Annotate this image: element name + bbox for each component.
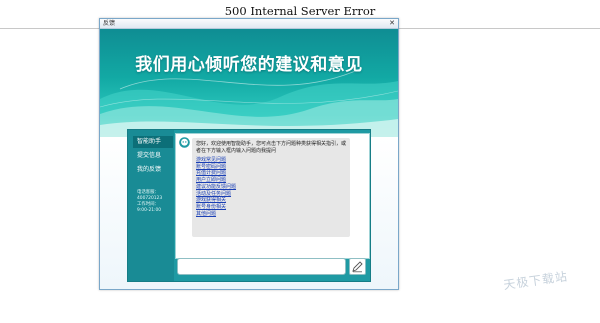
- sidebar-item-my-feedback[interactable]: 我的反馈: [133, 164, 173, 176]
- faq-link[interactable]: 账号身份相关: [196, 204, 346, 211]
- sidebar-item-submit-info[interactable]: 提交信息: [133, 150, 173, 162]
- faq-link[interactable]: 其他问题: [196, 211, 346, 218]
- faq-link[interactable]: 建议功能反馈问题: [196, 184, 346, 191]
- banner-headline: 我们用心倾听您的建议和意见: [135, 55, 363, 75]
- window-titlebar[interactable]: 反馈 ✕: [100, 19, 398, 29]
- banner: 我们用心倾听您的建议和意见: [100, 29, 398, 137]
- pen-icon: [352, 261, 363, 273]
- chat-area: 您好，欢迎使用智能助手，您可点击下方问题种类获得相关指引，或者在下方输入框内输入…: [175, 133, 370, 259]
- faq-link[interactable]: 游戏常见问题: [196, 157, 346, 164]
- question-links: 游戏常见问题 账号密码问题 充值计费问题 用户立即问题 建议功能反馈问题 活动及…: [196, 157, 346, 217]
- question-input[interactable]: [177, 258, 346, 275]
- send-button[interactable]: [349, 258, 366, 275]
- site-watermark: 天极下载站: [502, 269, 569, 293]
- sidebar: 智能助手 提交信息 我的反馈 电话客服： 400720123 工作时间： 9:0…: [128, 130, 174, 281]
- assistant-message: 您好，欢迎使用智能助手，您可点击下方问题种类获得相关指引，或者在下方输入框内输入…: [192, 138, 350, 237]
- assistant-panel: 智能助手 提交信息 我的反馈 电话客服： 400720123 工作时间： 9:0…: [127, 129, 371, 282]
- contact-info: 电话客服： 400720123 工作时间： 9:00-21:00: [137, 190, 172, 214]
- banner-waves: [100, 68, 398, 137]
- error-title: 500 Internal Server Error: [224, 4, 376, 18]
- sidebar-item-smart-assistant[interactable]: 智能助手: [133, 136, 173, 148]
- close-icon[interactable]: ✕: [389, 19, 395, 28]
- faq-link[interactable]: 游戏获得相关: [196, 197, 346, 204]
- input-row: [175, 258, 368, 278]
- window-title: 反馈: [103, 20, 116, 27]
- greeting-text: 您好，欢迎使用智能助手，您可点击下方问题种类获得相关指引，或者在下方输入框内输入…: [196, 141, 347, 154]
- contact-line: 9:00-21:00: [137, 208, 162, 213]
- robot-avatar-icon: [179, 137, 190, 148]
- faq-link[interactable]: 用户立即问题: [196, 177, 346, 184]
